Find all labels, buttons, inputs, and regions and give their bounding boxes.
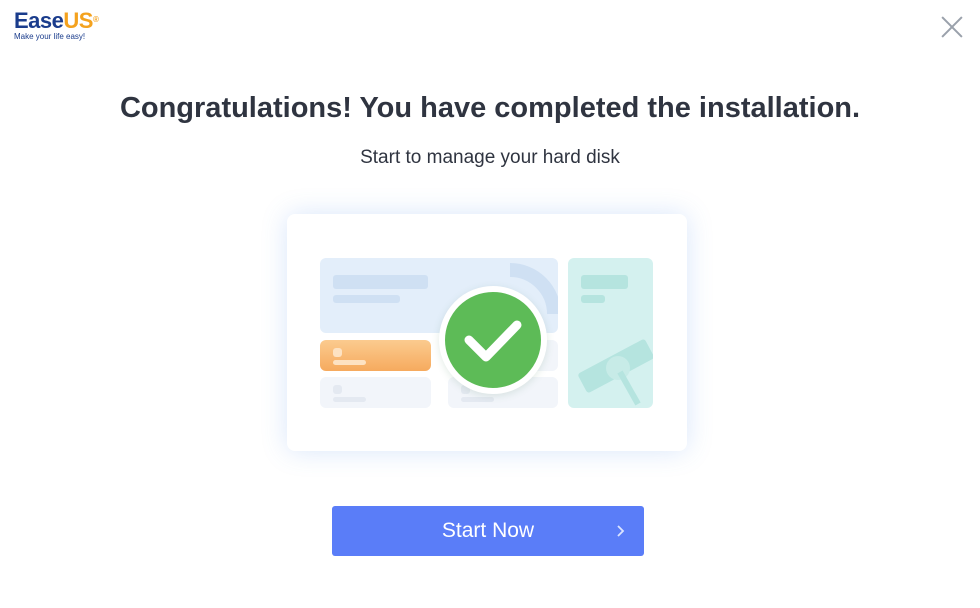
check-circle-icon (439, 286, 547, 394)
illustration-orange-row (320, 340, 431, 371)
illustration-row (320, 377, 431, 408)
close-icon[interactable] (940, 15, 964, 39)
success-illustration (287, 214, 687, 451)
page-subtitle: Start to manage your hard disk (360, 147, 620, 168)
easeus-logo: EaseUS® Make your life easy! (14, 8, 99, 41)
start-now-label: Start Now (441, 519, 535, 542)
disk-tool-icon (578, 339, 653, 406)
illustration-side-panel (568, 258, 653, 408)
start-now-button[interactable]: Start Now (332, 506, 644, 556)
logo-wordmark: EaseUS® (14, 8, 99, 33)
page-title: Congratulations! You have completed the … (119, 92, 861, 124)
chevron-right-icon (617, 525, 625, 537)
